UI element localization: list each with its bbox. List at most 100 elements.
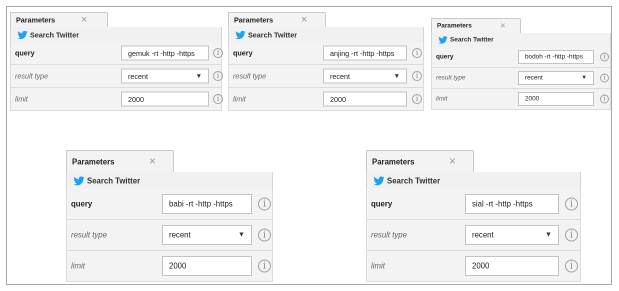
section-header: Search Twitter bbox=[366, 172, 581, 189]
result-type-select[interactable]: recent ▼ bbox=[465, 225, 559, 245]
field-label: limit bbox=[436, 95, 448, 103]
twitter-bird-icon bbox=[73, 175, 85, 187]
section-header: Search Twitter bbox=[228, 27, 424, 42]
query-input[interactable]: bodoh -rt -http -https bbox=[518, 50, 594, 64]
tab-parameters[interactable]: Parameters × bbox=[228, 12, 326, 28]
close-icon[interactable]: × bbox=[449, 155, 456, 168]
dropdown-caret-icon[interactable]: ▼ bbox=[196, 73, 202, 80]
query-input[interactable]: sial -rt -http -https bbox=[465, 194, 559, 214]
field-value: sial -rt -http -https bbox=[472, 199, 533, 209]
field-label: result type bbox=[233, 71, 267, 81]
tab-title: Parameters bbox=[437, 22, 472, 30]
tab-bar: Parameters × bbox=[66, 150, 273, 173]
field-value: 2000 bbox=[525, 95, 540, 103]
info-icon[interactable]: i bbox=[565, 197, 578, 211]
result-type-row: result type recent ▼ i bbox=[431, 68, 611, 89]
twitter-bird-icon bbox=[17, 29, 28, 40]
field-value: recent bbox=[525, 74, 543, 82]
info-icon[interactable]: i bbox=[565, 259, 578, 273]
limit-input[interactable]: 2000 bbox=[121, 91, 209, 107]
field-value: recent bbox=[169, 230, 191, 240]
query-row: query bodoh -rt -http -https i bbox=[431, 47, 611, 68]
tab-parameters[interactable]: Parameters × bbox=[366, 150, 474, 173]
info-icon[interactable]: i bbox=[213, 94, 223, 104]
result-type-select[interactable]: recent ▼ bbox=[518, 71, 594, 85]
section-title: Search Twitter bbox=[450, 36, 494, 44]
info-icon[interactable]: i bbox=[258, 259, 271, 273]
parameters-panel: Parameters × Search Twitter query anjing -rt… bbox=[228, 12, 424, 111]
parameters-panel: Parameters × Search Twitter query sial -rt -… bbox=[366, 150, 581, 282]
query-input[interactable]: anjing -rt -http -https bbox=[323, 45, 407, 61]
info-icon[interactable]: i bbox=[600, 73, 609, 83]
info-icon[interactable]: i bbox=[412, 94, 422, 104]
close-icon[interactable]: × bbox=[149, 155, 156, 168]
section-header: Search Twitter bbox=[66, 172, 273, 189]
tab-title: Parameters bbox=[72, 157, 115, 166]
result-type-select[interactable]: recent ▼ bbox=[162, 225, 252, 245]
field-value: gemuk -rt -http -https bbox=[128, 48, 195, 58]
info-icon[interactable]: i bbox=[412, 71, 422, 81]
section-title: Search Twitter bbox=[30, 30, 79, 39]
tab-bar: Parameters × bbox=[431, 18, 611, 34]
tab-parameters[interactable]: Parameters × bbox=[10, 12, 108, 28]
limit-input[interactable]: 2000 bbox=[323, 91, 407, 107]
info-icon[interactable]: i bbox=[600, 94, 609, 104]
twitter-bird-icon bbox=[373, 175, 385, 187]
parameters-panel: Parameters × Search Twitter query gemuk -rt … bbox=[10, 12, 223, 111]
info-icon[interactable]: i bbox=[600, 52, 609, 62]
field-label: query bbox=[436, 53, 454, 61]
result-type-row: result type recent ▼ i bbox=[228, 65, 424, 88]
field-value: bodoh -rt -http -https bbox=[525, 53, 583, 61]
info-icon[interactable]: i bbox=[258, 228, 271, 242]
parameters-panel: Parameters × Search Twitter query bodoh -rt … bbox=[431, 18, 611, 110]
limit-row: limit 2000 i bbox=[66, 251, 273, 282]
dropdown-caret-icon[interactable]: ▼ bbox=[581, 75, 587, 81]
dropdown-caret-icon[interactable]: ▼ bbox=[394, 73, 400, 80]
field-value: 2000 bbox=[128, 94, 144, 104]
close-icon[interactable]: × bbox=[500, 20, 506, 31]
field-value: recent bbox=[472, 230, 494, 240]
result-type-select[interactable]: recent ▼ bbox=[121, 68, 209, 84]
section-header: Search Twitter bbox=[431, 33, 611, 47]
info-icon[interactable]: i bbox=[213, 71, 223, 81]
close-icon[interactable]: × bbox=[301, 14, 307, 26]
query-input[interactable]: gemuk -rt -http -https bbox=[121, 45, 209, 61]
limit-row: limit 2000 i bbox=[228, 88, 424, 111]
tab-title: Parameters bbox=[372, 157, 415, 166]
section-header: Search Twitter bbox=[10, 27, 222, 42]
query-input[interactable]: babi -rt -http -https bbox=[162, 194, 252, 214]
dropdown-caret-icon[interactable]: ▼ bbox=[238, 232, 245, 239]
field-label: query bbox=[71, 199, 93, 209]
close-icon[interactable]: × bbox=[81, 14, 87, 26]
section-title: Search Twitter bbox=[387, 176, 441, 185]
field-label: result type bbox=[436, 74, 466, 82]
tab-title: Parameters bbox=[234, 15, 274, 25]
result-type-select[interactable]: recent ▼ bbox=[323, 68, 407, 84]
tab-bar: Parameters × bbox=[10, 12, 222, 28]
limit-input[interactable]: 2000 bbox=[162, 256, 252, 276]
limit-input[interactable]: 2000 bbox=[518, 92, 594, 106]
query-row: query sial -rt -http -https i bbox=[366, 189, 581, 220]
dropdown-caret-icon[interactable]: ▼ bbox=[545, 232, 552, 239]
parameters-panel: Parameters × Search Twitter query babi -rt -… bbox=[66, 150, 273, 282]
field-value: 2000 bbox=[330, 94, 346, 104]
field-value: 2000 bbox=[169, 261, 187, 271]
tab-bar: Parameters × bbox=[366, 150, 581, 173]
field-label: result type bbox=[371, 230, 407, 240]
section-title: Search Twitter bbox=[87, 176, 141, 185]
limit-input[interactable]: 2000 bbox=[465, 256, 559, 276]
query-row: query anjing -rt -http -https i bbox=[228, 42, 424, 65]
info-icon[interactable]: i bbox=[213, 48, 223, 58]
field-value: recent bbox=[128, 71, 148, 81]
field-label: result type bbox=[15, 71, 49, 81]
info-icon[interactable]: i bbox=[258, 197, 271, 211]
tab-parameters[interactable]: Parameters × bbox=[66, 150, 174, 173]
tab-parameters[interactable]: Parameters × bbox=[431, 18, 521, 34]
field-label: limit bbox=[71, 261, 85, 271]
field-label: query bbox=[371, 199, 393, 209]
section-title: Search Twitter bbox=[248, 30, 297, 39]
limit-row: limit 2000 i bbox=[10, 88, 223, 111]
field-label: limit bbox=[371, 261, 385, 271]
info-icon[interactable]: i bbox=[565, 228, 578, 242]
info-icon[interactable]: i bbox=[412, 48, 422, 58]
